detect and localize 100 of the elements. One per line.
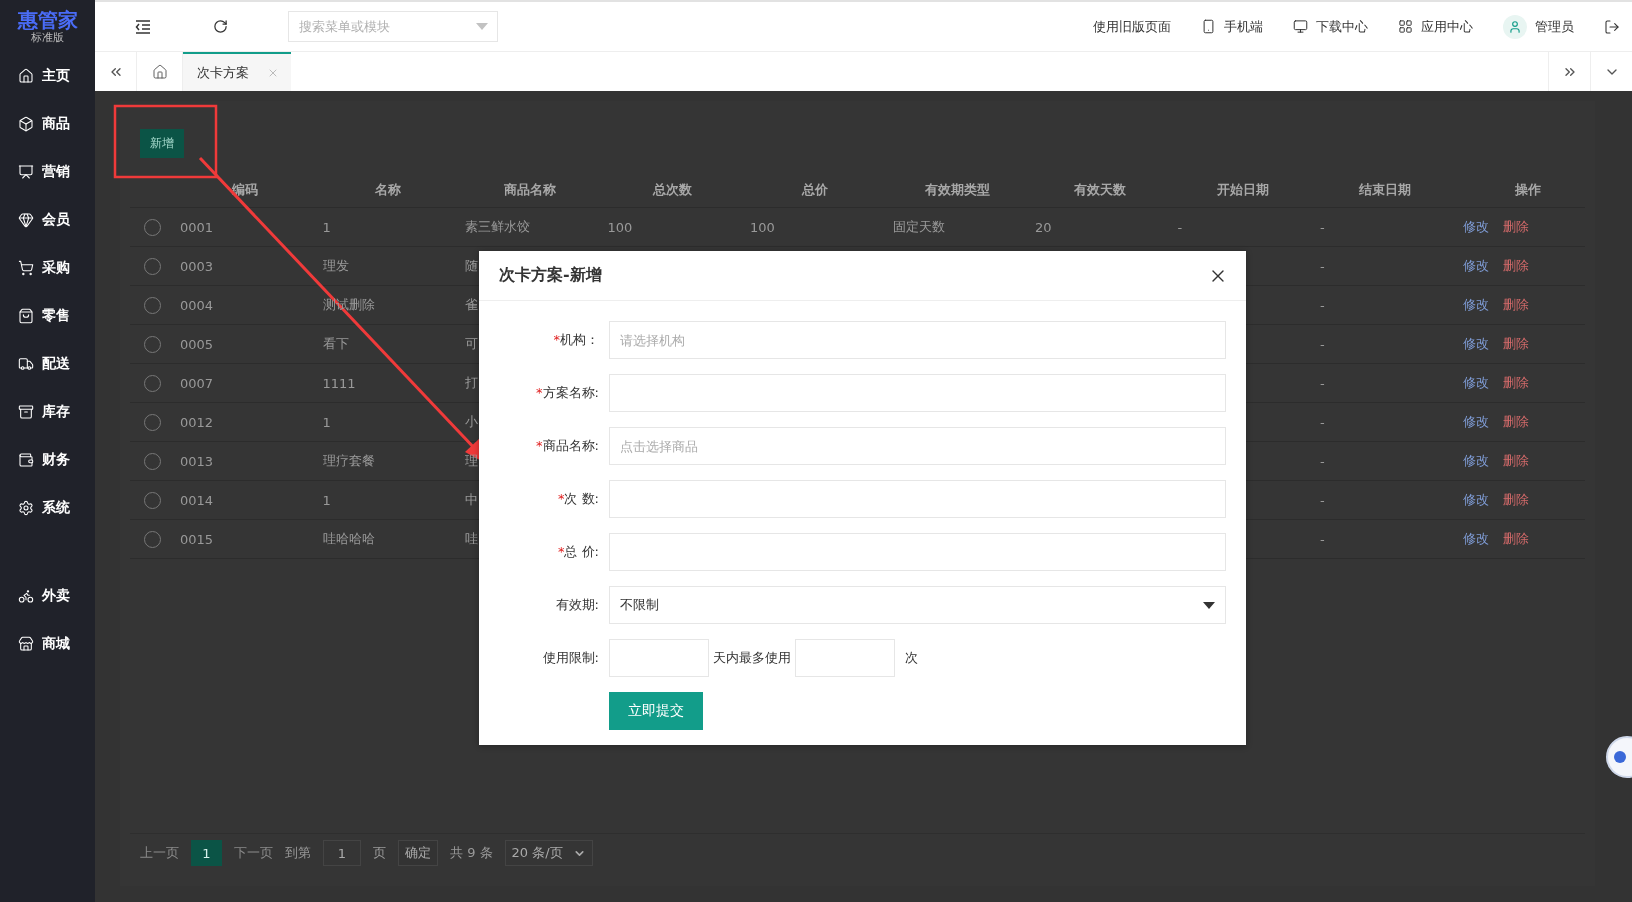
header-link-text: 应用中心 — [1421, 17, 1473, 36]
add-button[interactable]: 新增 — [140, 129, 184, 158]
table-cell: 哇哈哈哈 — [322, 530, 375, 548]
store-icon — [18, 636, 34, 652]
column-header: 有效期类型 — [925, 180, 991, 199]
sidebar-item[interactable]: 外卖 — [42, 587, 70, 605]
refresh-button[interactable] — [213, 19, 228, 34]
header-link[interactable]: 管理员 — [1503, 14, 1574, 39]
sidebar-item[interactable]: 系统 — [42, 499, 70, 517]
row-action-link[interactable]: 修改 — [1462, 530, 1489, 548]
field-label: *商品名称: — [535, 437, 599, 455]
row-action-link[interactable]: 修改 — [1462, 335, 1489, 353]
page-input[interactable]: 1 — [323, 840, 361, 866]
table-cell: 0001 — [180, 219, 214, 235]
header-link[interactable]: 下载中心 — [1293, 17, 1368, 36]
table-cell: 0004 — [180, 297, 214, 313]
gem-icon — [18, 212, 34, 228]
sidebar-item[interactable]: 采购 — [42, 259, 70, 277]
field-label: 有效期: — [554, 596, 599, 614]
grid-icon — [1398, 19, 1413, 34]
row-action-link[interactable]: 删除 — [1502, 257, 1529, 275]
page-unit: 页 — [373, 844, 386, 862]
table-cell: 看下 — [322, 335, 349, 353]
phone-icon — [1201, 19, 1216, 34]
monitor-icon — [1293, 19, 1308, 34]
row-action-link[interactable]: 删除 — [1502, 452, 1529, 470]
row-action-link[interactable]: 删除 — [1502, 218, 1529, 236]
sidebar-item[interactable]: 财务 — [42, 451, 70, 469]
table-cell: - — [1320, 219, 1325, 235]
sidebar-item[interactable]: 配送 — [42, 355, 70, 373]
row-action-link[interactable]: 修改 — [1462, 452, 1489, 470]
table-cell: 理发 — [322, 257, 349, 275]
sidebar-item[interactable]: 商城 — [42, 635, 70, 653]
search-field[interactable]: 搜索菜单或模块 — [288, 11, 498, 42]
table-cell: 打 — [465, 374, 478, 392]
page-number[interactable]: 1 — [191, 840, 222, 866]
column-header: 名称 — [374, 180, 401, 199]
row-action-link[interactable]: 删除 — [1502, 296, 1529, 314]
limit-unit: 次 — [905, 649, 918, 667]
table-cell: 20 — [1035, 219, 1052, 235]
header-link[interactable]: 应用中心 — [1398, 17, 1473, 36]
row-action-link[interactable]: 删除 — [1502, 335, 1529, 353]
page-size-select[interactable]: 20 条/页 — [504, 840, 593, 866]
header-link[interactable]: 使用旧版页面 — [1093, 17, 1171, 36]
table-cell: 雀 — [465, 296, 478, 314]
table-cell: 1 — [322, 219, 331, 235]
table-cell: 0007 — [180, 375, 214, 391]
header-link-text: 管理员 — [1535, 17, 1574, 36]
row-action-link[interactable]: 修改 — [1462, 491, 1489, 509]
sidebar-item[interactable]: 零售 — [42, 307, 70, 325]
table-cell: - — [1320, 414, 1325, 430]
table-cell: 小 — [465, 413, 478, 431]
settings-icon — [18, 500, 34, 516]
header-link-text: 下载中心 — [1316, 17, 1368, 36]
input-field[interactable] — [609, 374, 1226, 412]
table-cell: 哇 — [465, 530, 478, 548]
logout-button[interactable] — [1604, 18, 1620, 35]
house-icon — [151, 63, 168, 80]
caret-icon — [476, 23, 488, 30]
table-cell: 1 — [322, 492, 331, 508]
row-action-link[interactable]: 修改 — [1462, 413, 1489, 431]
field-label: *总 价: — [557, 543, 599, 561]
input-field[interactable]: 点击选择商品 — [609, 427, 1226, 465]
table-cell: - — [1177, 219, 1183, 235]
sidebar-item[interactable]: 会员 — [42, 211, 70, 229]
confirm-button[interactable]: 确定 — [398, 840, 438, 866]
table-cell: - — [1320, 258, 1325, 274]
row-action-link[interactable]: 修改 — [1462, 218, 1489, 236]
submit-button[interactable]: 立即提交 — [609, 692, 703, 730]
select-field[interactable]: 不限制 — [609, 586, 1226, 624]
table-cell: - — [1320, 492, 1325, 508]
row-action-link[interactable]: 修改 — [1462, 374, 1489, 392]
row-action-link[interactable]: 修改 — [1462, 257, 1489, 275]
logout-icon — [1604, 18, 1620, 35]
row-action-link[interactable]: 删除 — [1502, 413, 1529, 431]
goto-label: 到第 — [285, 844, 311, 862]
menu-fold-button[interactable] — [135, 19, 151, 34]
presentation-icon — [18, 164, 34, 180]
header-link-text: 手机端 — [1224, 17, 1263, 36]
page-tab[interactable]: 次卡方案 — [183, 52, 291, 91]
input-field[interactable]: 请选择机构 — [609, 321, 1226, 359]
sidebar-item[interactable]: 商品 — [42, 115, 70, 133]
table-cell: 可 — [465, 335, 478, 353]
input-field[interactable] — [795, 639, 895, 677]
sidebar-item[interactable]: 库存 — [42, 403, 70, 421]
truck-icon — [18, 356, 34, 372]
input-field[interactable] — [609, 639, 709, 677]
column-header: 开始日期 — [1216, 180, 1269, 199]
input-field[interactable] — [609, 533, 1226, 571]
sidebar-item[interactable]: 主页 — [42, 67, 70, 85]
input-field[interactable] — [609, 480, 1226, 518]
row-action-link[interactable]: 删除 — [1502, 491, 1529, 509]
sidebar-item[interactable]: 营销 — [42, 163, 70, 181]
row-action-link[interactable]: 删除 — [1502, 374, 1529, 392]
table-cell: - — [1320, 531, 1325, 547]
bike-icon — [18, 588, 34, 604]
row-action-link[interactable]: 修改 — [1462, 296, 1489, 314]
header-link[interactable]: 手机端 — [1201, 17, 1263, 36]
row-action-link[interactable]: 删除 — [1502, 530, 1529, 548]
table-cell: 0013 — [180, 453, 214, 469]
